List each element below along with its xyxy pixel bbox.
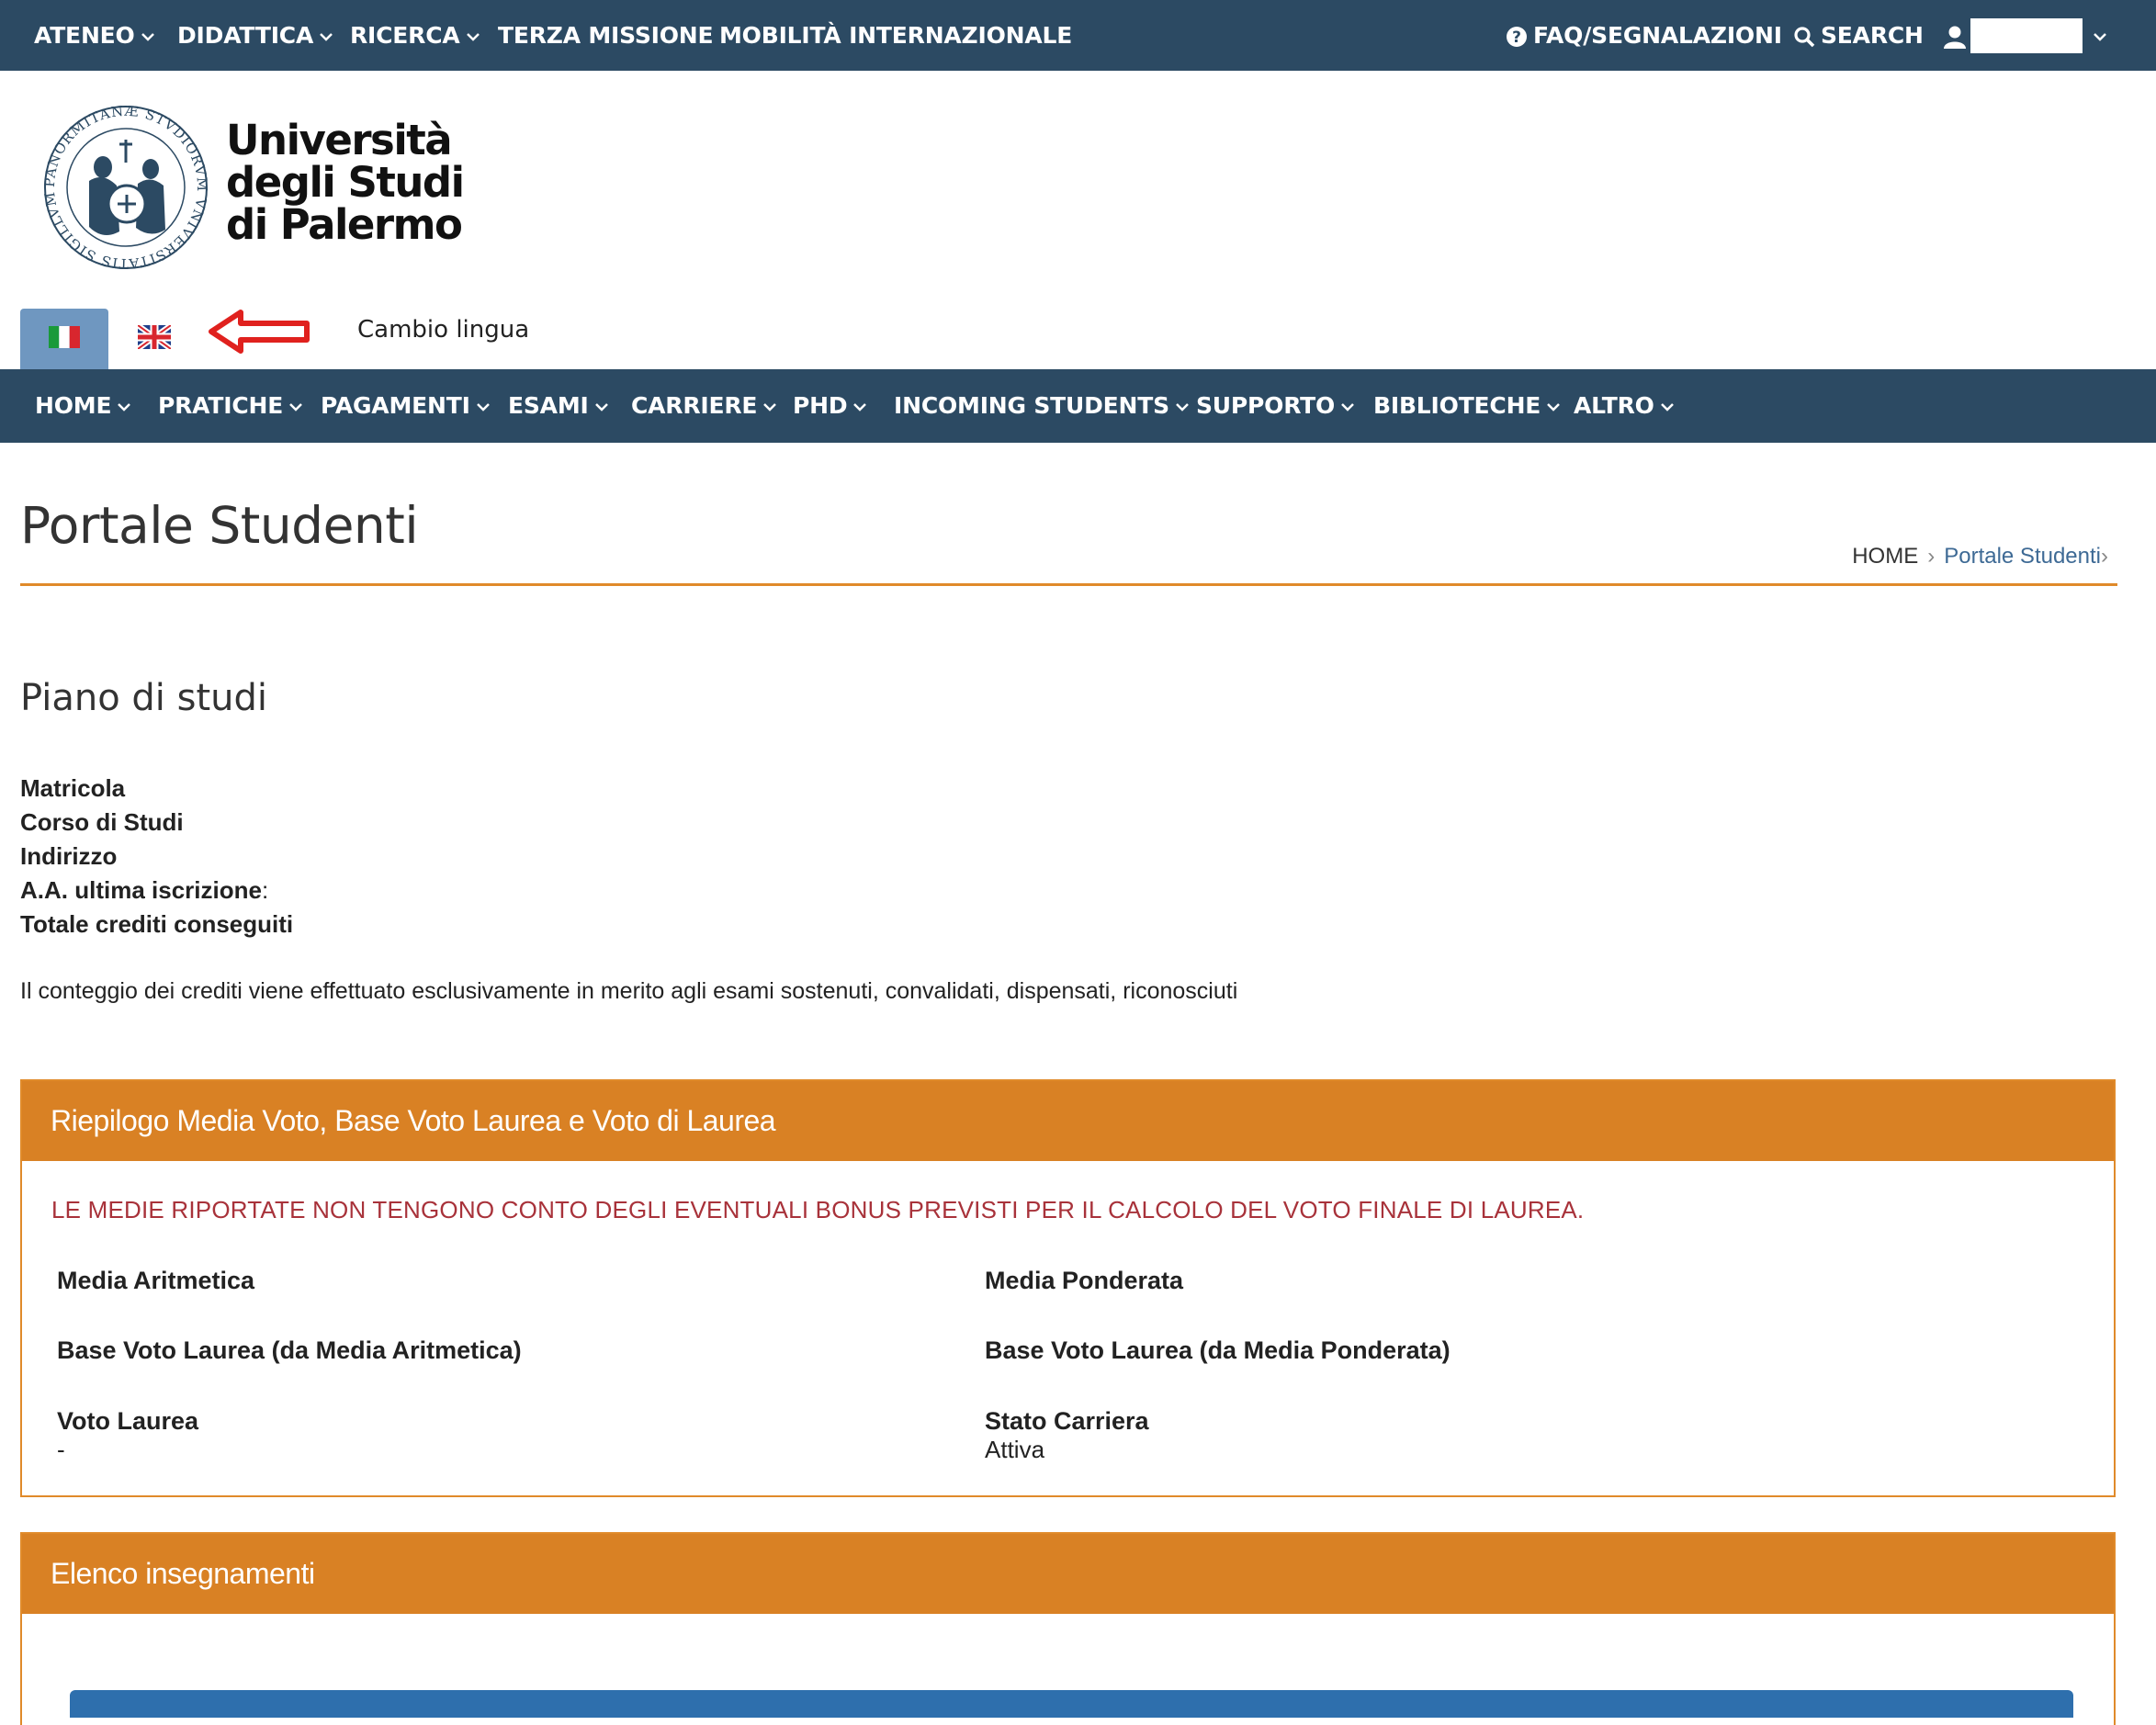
top-nav-label: DIDATTICA xyxy=(177,22,314,49)
it-flag-icon xyxy=(49,326,80,348)
language-italian-button[interactable] xyxy=(20,309,108,369)
insegnamenti-panel-title: Elenco insegnamenti xyxy=(22,1534,2114,1614)
breadcrumb: HOME › Portale Studenti› xyxy=(1852,544,2108,569)
nav-pagamenti[interactable]: PAGAMENTI xyxy=(321,369,490,443)
chevron-down-icon xyxy=(118,402,131,412)
chevron-down-icon xyxy=(853,402,867,412)
breadcrumb-separator-icon: › xyxy=(1927,544,1936,569)
stato-carriera-value: Attiva xyxy=(985,1436,1045,1463)
title-divider xyxy=(20,583,2117,586)
chevron-down-icon xyxy=(289,402,302,412)
aa-iscrizione-row: A.A. ultima iscrizione: xyxy=(20,876,268,905)
crediti-label: Totale crediti conseguiti xyxy=(20,910,294,938)
svg-text:?: ? xyxy=(1512,28,1521,47)
breadcrumb-current[interactable]: Portale Studenti xyxy=(1944,544,2101,569)
top-nav-label: RICERCA xyxy=(350,22,460,49)
breadcrumb-separator-icon: › xyxy=(2101,544,2108,569)
nav-label: SUPPORTO xyxy=(1196,392,1336,419)
media-aritmetica-label: Media Aritmetica xyxy=(57,1267,255,1294)
chevron-down-icon xyxy=(1176,402,1189,412)
nav-label: INCOMING STUDENTS xyxy=(894,392,1169,419)
nav-label: CARRIERE xyxy=(631,392,758,419)
voto-laurea-value: - xyxy=(57,1436,65,1463)
top-nav-terza-missione[interactable]: TERZA MISSIONE xyxy=(498,0,714,71)
university-seal-logo[interactable]: PANORMITANÆ STVDIORVM VNIVERSITATIS SIGI… xyxy=(39,103,213,273)
nav-carriere[interactable]: CARRIERE xyxy=(631,369,777,443)
nav-supporto[interactable]: SUPPORTO xyxy=(1196,369,1354,443)
top-nav-ateneo[interactable]: ATENEO xyxy=(34,0,154,71)
nav-label: PHD xyxy=(793,392,848,419)
logo-line-3: di Palermo xyxy=(226,200,463,249)
insegnamenti-panel: Elenco insegnamenti xyxy=(20,1532,2116,1725)
nav-esami[interactable]: ESAMI xyxy=(508,369,608,443)
chevron-down-icon xyxy=(594,402,608,412)
riepilogo-warning: LE MEDIE RIPORTATE NON TENGONO CONTO DEG… xyxy=(51,1196,1585,1223)
top-nav-label: ATENEO xyxy=(34,22,135,49)
chevron-down-icon xyxy=(1660,402,1674,412)
user-icon xyxy=(1943,25,1967,49)
riepilogo-panel-title: Riepilogo Media Voto, Base Voto Laurea e… xyxy=(22,1081,2114,1161)
nav-pratiche[interactable]: PRATICHE xyxy=(158,369,302,443)
redacted-username xyxy=(1970,18,2083,53)
user-menu-toggle[interactable] xyxy=(2087,0,2106,71)
nav-label: ALTRO xyxy=(1574,392,1654,419)
search-label: SEARCH xyxy=(1821,22,1924,49)
nav-phd[interactable]: PHD xyxy=(793,369,867,443)
main-navigation-bar: HOME PRATICHE PAGAMENTI ESAMI CARRIERE P… xyxy=(0,369,2156,443)
red-arrow-annotation-icon xyxy=(209,310,310,354)
chevron-down-icon xyxy=(476,402,490,412)
logo-line-1: Università xyxy=(226,116,453,164)
chevron-down-icon xyxy=(1341,402,1354,412)
corso-label: Corso di Studi xyxy=(20,808,184,836)
media-ponderata-label: Media Ponderata xyxy=(985,1267,1184,1294)
chevron-down-icon xyxy=(763,402,777,412)
nav-label: HOME xyxy=(35,392,112,419)
voto-laurea-label: Voto Laurea xyxy=(57,1407,199,1435)
chevron-down-icon xyxy=(141,32,154,41)
logo-line-2: degli Studi xyxy=(226,158,465,207)
base-voto-aritmetica-label: Base Voto Laurea (da Media Aritmetica) xyxy=(57,1336,522,1364)
nav-label: PRATICHE xyxy=(158,392,284,419)
insegnamenti-table-header xyxy=(70,1690,2073,1718)
breadcrumb-home-link[interactable]: HOME xyxy=(1852,544,1918,569)
aa-iscrizione-colon: : xyxy=(261,876,269,904)
top-nav-ricerca[interactable]: RICERCA xyxy=(350,0,480,71)
matricola-label: Matricola xyxy=(20,774,126,802)
nav-label: PAGAMENTI xyxy=(321,392,470,419)
chevron-down-icon xyxy=(320,32,333,41)
top-nav-mobilita-internazionale[interactable]: MOBILITÀ INTERNAZIONALE xyxy=(719,0,1072,71)
riepilogo-panel: Riepilogo Media Voto, Base Voto Laurea e… xyxy=(20,1079,2116,1497)
nav-altro[interactable]: ALTRO xyxy=(1574,369,1674,443)
aa-iscrizione-label: A.A. ultima iscrizione xyxy=(20,876,262,904)
credits-note: Il conteggio dei crediti viene effettuat… xyxy=(20,978,1238,1004)
university-name-logo[interactable]: Università degli Studi di Palermo xyxy=(226,119,465,246)
indirizzo-label: Indirizzo xyxy=(20,842,118,870)
uk-flag-icon[interactable] xyxy=(138,325,171,349)
section-title: Piano di studi xyxy=(20,677,268,719)
faq-link[interactable]: ? FAQ/SEGNALAZIONI xyxy=(1506,0,1782,71)
search-link[interactable]: SEARCH xyxy=(1793,0,1924,71)
user-menu[interactable] xyxy=(1943,0,1972,71)
chevron-down-icon xyxy=(2094,32,2106,41)
stato-carriera-label: Stato Carriera xyxy=(985,1407,1149,1435)
search-icon xyxy=(1793,26,1815,48)
nav-biblioteche[interactable]: BIBLIOTECHE xyxy=(1373,369,1561,443)
top-navigation-bar: ATENEO DIDATTICA RICERCA TERZA MISSIONE … xyxy=(0,0,2156,71)
question-circle-icon: ? xyxy=(1506,26,1528,48)
page-title: Portale Studenti xyxy=(20,496,419,555)
base-voto-ponderata-label: Base Voto Laurea (da Media Ponderata) xyxy=(985,1336,1451,1364)
language-change-label: Cambio lingua xyxy=(357,316,530,344)
nav-label: ESAMI xyxy=(508,392,589,419)
chevron-down-icon xyxy=(466,32,480,41)
top-nav-label: TERZA MISSIONE xyxy=(498,22,714,49)
nav-label: BIBLIOTECHE xyxy=(1373,392,1541,419)
nav-home[interactable]: HOME xyxy=(35,369,131,443)
top-nav-label: MOBILITÀ INTERNAZIONALE xyxy=(719,22,1073,49)
chevron-down-icon xyxy=(1547,402,1561,412)
faq-label: FAQ/SEGNALAZIONI xyxy=(1533,22,1782,49)
top-nav-didattica[interactable]: DIDATTICA xyxy=(177,0,333,71)
nav-incoming-students[interactable]: INCOMING STUDENTS xyxy=(894,369,1189,443)
